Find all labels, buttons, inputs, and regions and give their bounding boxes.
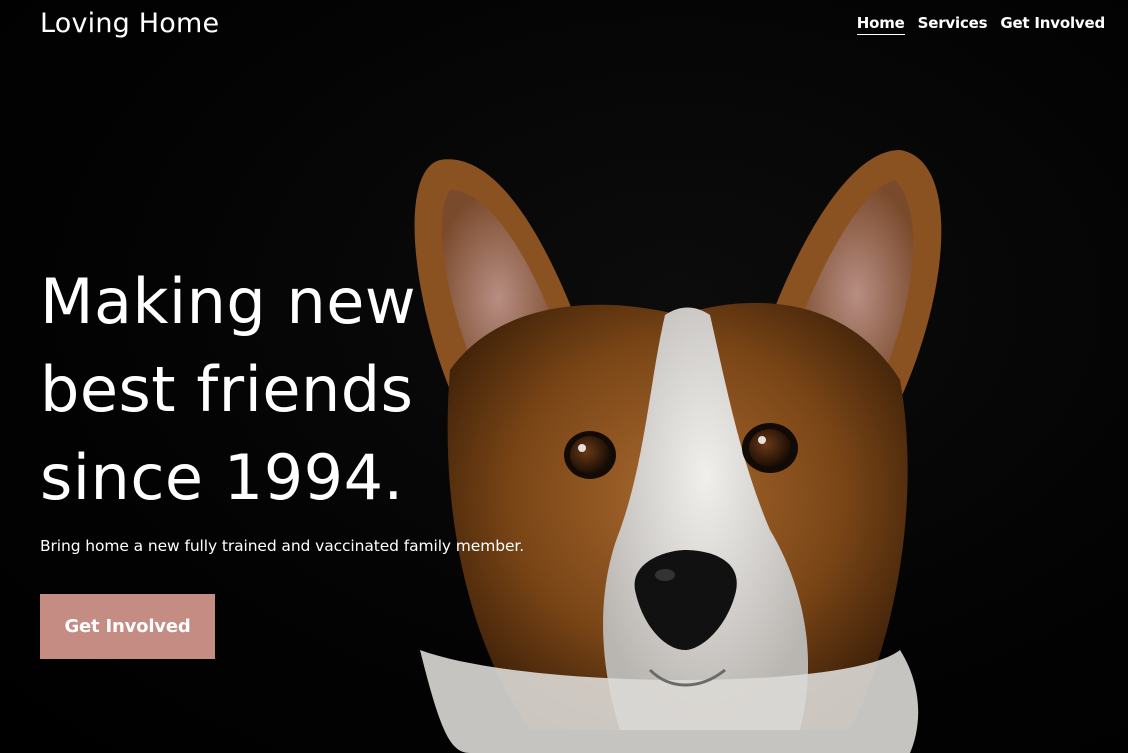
hero-headline-line-1: Making new: [40, 265, 417, 338]
hero-headline-line-2: best friends: [40, 353, 414, 426]
nav-link-get-involved[interactable]: Get Involved: [1000, 14, 1105, 35]
hero-headline-line-3: since 1994.: [40, 441, 404, 514]
nav-link-services[interactable]: Services: [918, 14, 988, 35]
hero-subtitle: Bring home a new fully trained and vacci…: [40, 537, 525, 555]
main-navigation: Home Services Get Involved: [856, 14, 1105, 35]
site-logo-text[interactable]: Loving Home: [40, 8, 219, 39]
get-involved-button[interactable]: Get Involved: [40, 594, 215, 659]
corgi-dog-photo: [414, 150, 942, 753]
nav-link-home[interactable]: Home: [856, 14, 905, 35]
hero-headline: Making new best friends since 1994.: [40, 258, 470, 522]
hero-section: Loving Home Home Services Get Involved M…: [0, 0, 1128, 753]
